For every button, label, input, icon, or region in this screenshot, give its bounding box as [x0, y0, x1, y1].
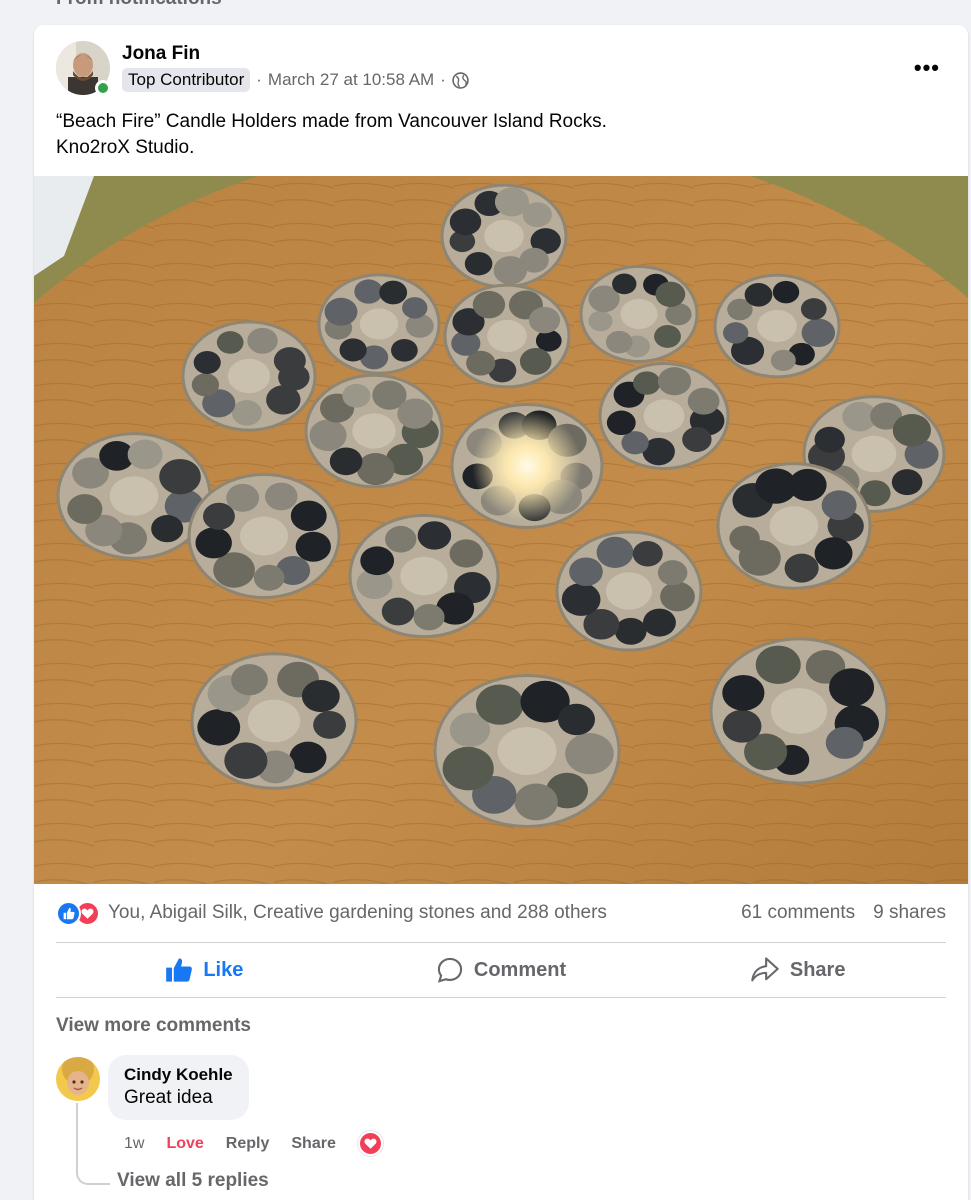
- comment-time[interactable]: 1w: [124, 1135, 144, 1153]
- share-button[interactable]: Share: [649, 943, 946, 997]
- reply-thread-line: [76, 1103, 110, 1185]
- like-reaction-icon: [56, 900, 81, 926]
- top-contributor-badge[interactable]: Top Contributor: [122, 68, 251, 92]
- comment-author[interactable]: Cindy Koehle: [124, 1064, 233, 1086]
- shares-count[interactable]: 9 shares: [873, 902, 946, 924]
- post-text: “Beach Fire” Candle Holders made from Va…: [56, 109, 936, 161]
- comment-text: Great idea: [124, 1087, 213, 1108]
- reactions-summary: You, Abigail Silk, Creative gardening st…: [56, 897, 946, 929]
- comment-reply-button[interactable]: Reply: [226, 1135, 270, 1153]
- share-arrow-icon: [751, 957, 779, 982]
- comment-bubble-icon: [437, 957, 463, 983]
- divider: [56, 997, 946, 998]
- comments-count[interactable]: 61 comments: [741, 902, 855, 924]
- reaction-icons[interactable]: [56, 900, 100, 926]
- comment-love-button[interactable]: Love: [166, 1135, 203, 1153]
- comment-label: Comment: [473, 958, 567, 981]
- comment-button[interactable]: Comment: [353, 943, 650, 997]
- comment-actions: 1w Love Reply Share: [124, 1131, 383, 1156]
- comment-share-button[interactable]: Share: [291, 1135, 335, 1153]
- love-reaction-icon[interactable]: [357, 1131, 383, 1156]
- from-notifications-label: From notifications: [56, 0, 222, 10]
- thumbs-up-icon: [166, 958, 193, 982]
- more-options-button[interactable]: •••: [914, 55, 940, 81]
- view-more-comments-link[interactable]: View more comments: [56, 1015, 251, 1037]
- commenter-avatar[interactable]: [56, 1057, 100, 1101]
- globe-icon[interactable]: [452, 71, 469, 89]
- commenter-avatar-image: [56, 1057, 100, 1101]
- post-author-name[interactable]: Jona Fin: [122, 43, 200, 65]
- candle-holders-photo: [34, 176, 968, 884]
- like-button[interactable]: Like: [56, 943, 353, 997]
- like-label: Like: [203, 958, 244, 981]
- share-label: Share: [789, 958, 846, 981]
- reaction-names[interactable]: You, Abigail Silk, Creative gardening st…: [108, 902, 741, 924]
- post-meta: Top Contributor · March 27 at 10:58 AM ·: [122, 68, 469, 92]
- online-status-dot: [95, 80, 111, 96]
- post-photo[interactable]: [34, 176, 968, 884]
- post-timestamp[interactable]: March 27 at 10:58 AM: [268, 70, 434, 90]
- view-all-replies-link[interactable]: View all 5 replies: [117, 1170, 269, 1192]
- post-text-line: “Beach Fire” Candle Holders made from Va…: [56, 111, 607, 132]
- post-text-line: Kno2roX Studio.: [56, 137, 195, 158]
- post-card: Jona Fin Top Contributor · March 27 at 1…: [34, 25, 968, 1200]
- author-avatar[interactable]: [56, 41, 111, 96]
- meta-separator: ·: [256, 70, 262, 89]
- post-actions: Like Comment Share: [56, 943, 946, 997]
- comment-bubble: Cindy Koehle Great idea: [108, 1055, 249, 1120]
- meta-separator: ·: [440, 70, 446, 89]
